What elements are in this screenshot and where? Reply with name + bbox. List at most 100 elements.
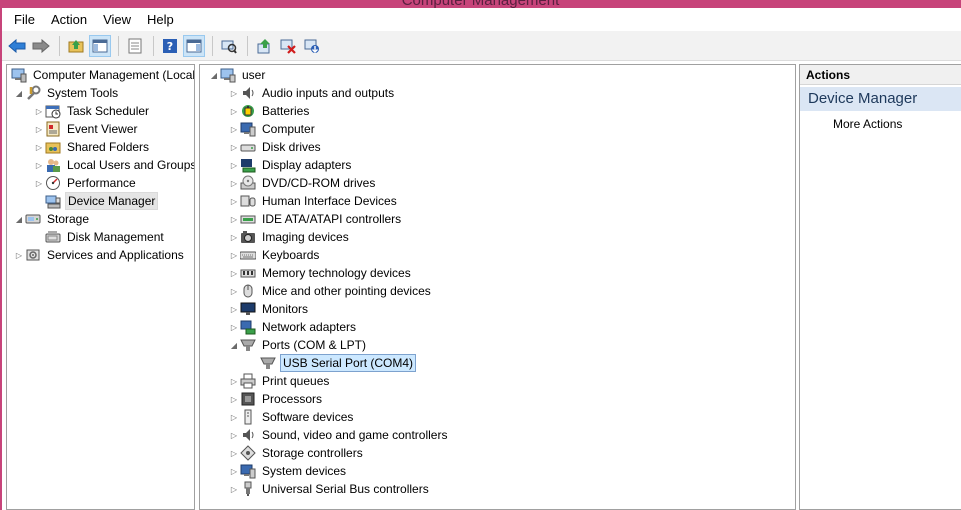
expand-arrow-icon[interactable]: ▷ (228, 282, 240, 300)
expand-arrow-icon[interactable]: ▷ (228, 102, 240, 120)
device-category-audio[interactable]: ▷ Audio inputs and outputs (228, 84, 396, 102)
more-actions-link[interactable]: More Actions (833, 117, 902, 131)
expand-arrow-icon[interactable]: ▷ (228, 444, 240, 462)
expand-arrow-icon[interactable]: ▷ (228, 156, 240, 174)
disable-device-button[interactable] (277, 35, 299, 57)
device-category-batteries[interactable]: ▷ Batteries (228, 102, 311, 120)
up-one-level-button[interactable] (65, 35, 87, 57)
tree-item-device-manager[interactable]: Device Manager (45, 192, 159, 210)
properties-button[interactable] (124, 35, 146, 57)
menu-view[interactable]: View (95, 8, 139, 31)
expand-arrow-icon[interactable]: ▷ (33, 138, 45, 156)
device-category-ide[interactable]: ▷ IDE ATA/ATAPI controllers (228, 210, 403, 228)
actions-section-device-manager[interactable]: Device Manager (800, 87, 961, 111)
device-category-dvd[interactable]: ▷ DVD/CD-ROM drives (228, 174, 377, 192)
menu-action[interactable]: Action (43, 8, 95, 31)
expand-arrow-icon[interactable]: ▷ (228, 138, 240, 156)
uninstall-device-icon (304, 39, 319, 53)
menu-bar: File Action View Help (2, 8, 961, 31)
device-category-monitors[interactable]: ▷ Monitors (228, 300, 310, 318)
collapse-arrow-icon[interactable]: ◢ (13, 84, 25, 102)
camera-icon (241, 231, 255, 243)
processor-icon (241, 392, 255, 406)
expand-arrow-icon[interactable]: ▷ (228, 120, 240, 138)
expand-arrow-icon[interactable]: ▷ (13, 246, 25, 264)
tree-item-task-scheduler[interactable]: ▷ Task Scheduler (33, 102, 151, 120)
expand-arrow-icon[interactable]: ▷ (228, 192, 240, 210)
device-category-system-devices[interactable]: ▷ System devices (228, 462, 348, 480)
expand-arrow-icon[interactable]: ▷ (33, 156, 45, 174)
tree-item-computer-management[interactable]: Computer Management (Local (11, 66, 194, 84)
device-category-software[interactable]: ▷ Software devices (228, 408, 355, 426)
hid-icon (240, 195, 256, 207)
svg-text:?: ? (167, 40, 173, 53)
device-category-storage-controllers[interactable]: ▷ Storage controllers (228, 444, 365, 462)
title-bar: Computer Management (0, 0, 961, 8)
expand-arrow-icon[interactable]: ▷ (33, 120, 45, 138)
device-category-computer[interactable]: ▷ Computer (228, 120, 317, 138)
device-category-display-adapters[interactable]: ▷ Display adapters (228, 156, 353, 174)
performance-icon (46, 176, 60, 190)
device-category-imaging[interactable]: ▷ Imaging devices (228, 228, 351, 246)
device-category-hid[interactable]: ▷ Human Interface Devices (228, 192, 399, 210)
device-category-usb[interactable]: ▷ Universal Serial Bus controllers (228, 480, 431, 498)
forward-button[interactable] (30, 35, 52, 57)
expand-arrow-icon[interactable]: ▷ (228, 246, 240, 264)
scan-hardware-button[interactable] (218, 35, 240, 57)
expand-arrow-icon[interactable]: ▷ (33, 174, 45, 192)
uninstall-device-button[interactable] (301, 35, 323, 57)
expand-arrow-icon[interactable]: ▷ (228, 210, 240, 228)
update-driver-button[interactable] (253, 35, 275, 57)
device-tree-root[interactable]: ◢ user (208, 66, 267, 84)
device-category-ports[interactable]: ◢ Ports (COM & LPT) (228, 336, 368, 354)
expand-arrow-icon[interactable]: ▷ (228, 372, 240, 390)
expand-arrow-icon[interactable]: ▷ (228, 390, 240, 408)
device-category-network[interactable]: ▷ Network adapters (228, 318, 358, 336)
expand-arrow-icon[interactable]: ▷ (228, 300, 240, 318)
expand-arrow-icon[interactable]: ▷ (228, 318, 240, 336)
tree-item-local-users-groups[interactable]: ▷ Local Users and Groups (33, 156, 194, 174)
device-category-mice[interactable]: ▷ Mice and other pointing devices (228, 282, 433, 300)
tree-item-performance[interactable]: ▷ Performance (33, 174, 138, 192)
device-tree[interactable]: ◢ user ▷ Audio inputs and outputs ▷ Batt… (199, 64, 796, 510)
tree-item-event-viewer[interactable]: ▷ Event Viewer (33, 120, 139, 138)
expand-arrow-icon[interactable]: ▷ (228, 84, 240, 102)
local-users-icon (47, 159, 60, 172)
expand-arrow-icon[interactable]: ▷ (228, 264, 240, 282)
sound-icon (243, 429, 254, 441)
expand-arrow-icon[interactable]: ▷ (228, 480, 240, 498)
expand-arrow-icon[interactable]: ▷ (228, 408, 240, 426)
back-button[interactable] (6, 35, 28, 57)
tree-item-storage[interactable]: ◢ Storage (13, 210, 91, 228)
device-usb-serial-port[interactable]: USB Serial Port (COM4) (260, 354, 417, 372)
device-category-print-queues[interactable]: ▷ Print queues (228, 372, 331, 390)
menu-help[interactable]: Help (139, 8, 182, 31)
tree-item-services-applications[interactable]: ▷ Services and Applications (13, 246, 186, 264)
collapse-arrow-icon[interactable]: ◢ (13, 210, 25, 228)
expand-arrow-icon[interactable]: ▷ (228, 174, 240, 192)
collapse-arrow-icon[interactable]: ◢ (228, 336, 240, 354)
show-hide-console-tree-button[interactable] (89, 34, 111, 57)
shared-folders-icon (45, 142, 61, 154)
device-category-disk-drives[interactable]: ▷ Disk drives (228, 138, 323, 156)
scan-hardware-icon (221, 40, 237, 54)
help-button[interactable]: ? (159, 35, 181, 57)
expand-arrow-icon[interactable]: ▷ (228, 462, 240, 480)
tree-item-shared-folders[interactable]: ▷ Shared Folders (33, 138, 151, 156)
tree-item-system-tools[interactable]: ◢ System Tools (13, 84, 120, 102)
expand-arrow-icon[interactable]: ▷ (228, 426, 240, 444)
help-icon: ? (163, 38, 177, 53)
device-category-processors[interactable]: ▷ Processors (228, 390, 324, 408)
expand-arrow-icon[interactable]: ▷ (33, 102, 45, 120)
device-category-keyboards[interactable]: ▷ Keyboards (228, 246, 321, 264)
collapse-arrow-icon[interactable]: ◢ (208, 66, 220, 84)
tree-item-disk-management[interactable]: Disk Management (45, 228, 166, 246)
show-action-pane-icon (186, 39, 202, 52)
expand-arrow-icon[interactable]: ▷ (228, 228, 240, 246)
device-category-sound[interactable]: ▷ Sound, video and game controllers (228, 426, 449, 444)
console-tree[interactable]: Computer Management (Local ◢ System Tool… (6, 64, 195, 510)
computer-management-icon (11, 68, 27, 83)
menu-file[interactable]: File (6, 8, 43, 31)
device-category-memory[interactable]: ▷ Memory technology devices (228, 264, 413, 282)
show-action-pane-button[interactable] (183, 34, 205, 57)
